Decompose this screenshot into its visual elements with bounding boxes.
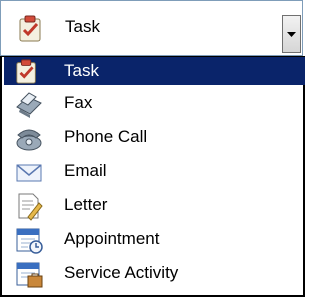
list-item-label: Appointment [64,229,160,248]
chevron-down-icon [287,32,296,37]
task-icon [14,57,44,87]
list-item-label: Letter [64,195,108,214]
activity-type-list: Task Fax Phone Call Email Letter Appoint… [0,56,305,297]
task-icon [17,13,45,43]
appointment-icon [14,225,44,255]
activity-type-combobox[interactable]: Task [0,0,303,56]
list-item-phone-call[interactable]: Phone Call [4,121,305,155]
list-item-label: Email [64,161,107,180]
fax-icon [14,89,44,119]
list-item-label: Phone Call [64,127,148,146]
email-icon [14,157,44,187]
list-item-label: Fax [64,93,93,112]
dropdown-arrow-button[interactable] [282,15,301,53]
list-item-label: Service Activity [64,263,179,282]
list-item-fax[interactable]: Fax [4,87,305,121]
list-item-service-activity[interactable]: Service Activity [4,257,305,291]
list-item-email[interactable]: Email [4,155,305,189]
phone-icon [14,123,44,153]
combobox-selected-value: Task [65,17,100,36]
list-item-task[interactable]: Task [4,57,305,85]
list-item-appointment[interactable]: Appointment [4,223,305,257]
service-activity-icon [14,259,44,289]
letter-icon [14,191,44,221]
list-item-label: Task [64,61,99,80]
list-item-letter[interactable]: Letter [4,189,305,223]
